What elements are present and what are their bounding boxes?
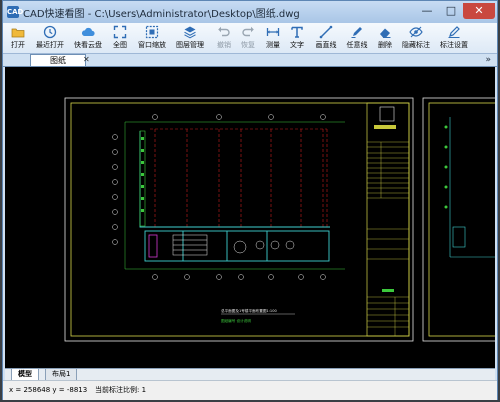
sheet-inner-frame <box>70 102 410 337</box>
furniture-block <box>172 234 295 256</box>
main-toolbar: 打开 最近打开 快看云盘 全图 窗口缩放 图层管理 撤销 恢复 测量 文字 画直… <box>3 23 497 54</box>
text-icon <box>291 26 303 38</box>
layout-tab-bar: 模型 布局1 <box>5 368 495 381</box>
drawing-title: 总平面图及1号楼平面布置图1:100 <box>221 308 277 313</box>
redo-icon <box>242 26 254 37</box>
minimize-button[interactable]: — <box>415 3 439 19</box>
measure-button[interactable]: 测量 <box>262 24 284 52</box>
undo-button[interactable]: 撤销 <box>213 24 235 52</box>
title-block-rows <box>367 141 409 336</box>
maximize-button[interactable]: □ <box>439 3 463 19</box>
text-tool-button[interactable]: 文字 <box>286 24 308 52</box>
sheet-outer-frame <box>64 97 414 342</box>
hide-annotations-button[interactable]: 隐藏标注 <box>399 24 433 52</box>
fullscreen-icon <box>113 25 127 39</box>
title-block-mark <box>382 289 394 292</box>
adjacent-sheet-plan <box>449 117 495 258</box>
freehand-line-button[interactable]: 任意线 <box>342 24 372 52</box>
status-bar: x = 258648 y = -8813 当前标注比例: 1 <box>3 380 497 400</box>
title-block-logo <box>379 106 395 122</box>
eye-icon <box>409 26 423 38</box>
app-window: CAD CAD快速看图 - C:\Users\Administrator\Des… <box>2 0 498 400</box>
close-button[interactable]: ✕ <box>463 3 495 19</box>
document-tab-bar: 图纸 ✕ » <box>3 54 497 67</box>
title-block-stamp <box>374 125 396 129</box>
adjacent-sheet-markers <box>444 125 448 209</box>
drawing-canvas[interactable]: 总平面图及1号楼平面布置图1:100 图纸编号 设计说明 <box>5 67 495 368</box>
window-zoom-button[interactable]: 窗口缩放 <box>135 24 169 52</box>
axis-bubbles-bottom <box>152 274 326 280</box>
cloud-icon <box>81 27 95 36</box>
annotation-scale: 当前标注比例: 1 <box>95 386 147 394</box>
axis-bubbles-left <box>112 134 118 245</box>
measure-icon <box>266 28 280 36</box>
draw-line-button[interactable]: 画直线 <box>311 24 341 52</box>
highlight-room <box>148 234 158 258</box>
redo-button[interactable]: 恢复 <box>237 24 259 52</box>
building-walls <box>139 131 330 262</box>
delete-button[interactable]: 删除 <box>374 24 396 52</box>
undo-icon <box>218 26 230 37</box>
clock-icon <box>43 25 57 39</box>
title-block <box>366 102 410 337</box>
cad-drawing: 总平面图及1号楼平面布置图1:100 图纸编号 设计说明 <box>64 97 495 342</box>
cloud-drive-button[interactable]: 快看云盘 <box>71 24 105 52</box>
recent-open-button[interactable]: 最近打开 <box>33 24 67 52</box>
app-logo-icon: CAD <box>7 6 24 18</box>
full-view-button[interactable]: 全图 <box>109 24 131 52</box>
adjacent-sheet-frame <box>422 97 495 342</box>
window-title: CAD快速看图 - C:\Users\Administrator\Desktop… <box>23 9 300 20</box>
column-markers <box>141 137 144 212</box>
title-bar[interactable]: CAD CAD快速看图 - C:\Users\Administrator\Des… <box>3 1 497 23</box>
eraser-icon <box>380 28 391 38</box>
tab-overflow-icon[interactable]: » <box>485 54 491 66</box>
drawing-subtitle: 图纸编号 设计说明 <box>221 318 251 323</box>
layers-icon <box>184 26 196 39</box>
tab-drawing[interactable]: 图纸 <box>30 54 86 66</box>
line-icon <box>319 25 333 39</box>
folder-icon <box>11 28 25 38</box>
tab-close-icon[interactable]: ✕ <box>83 54 90 66</box>
layer-manager-button[interactable]: 图层管理 <box>173 24 207 52</box>
adjacent-sheet-inner <box>428 102 495 337</box>
annotation-settings-button[interactable]: 标注设置 <box>437 24 471 52</box>
pen-icon <box>351 27 362 38</box>
zoom-window-icon <box>145 25 159 39</box>
settings-pen-icon <box>448 26 460 38</box>
structural-grid <box>150 128 328 228</box>
cursor-coordinates: x = 258648 y = -8813 <box>9 386 88 394</box>
axis-bubbles-top <box>152 114 326 120</box>
open-button[interactable]: 打开 <box>7 24 29 52</box>
